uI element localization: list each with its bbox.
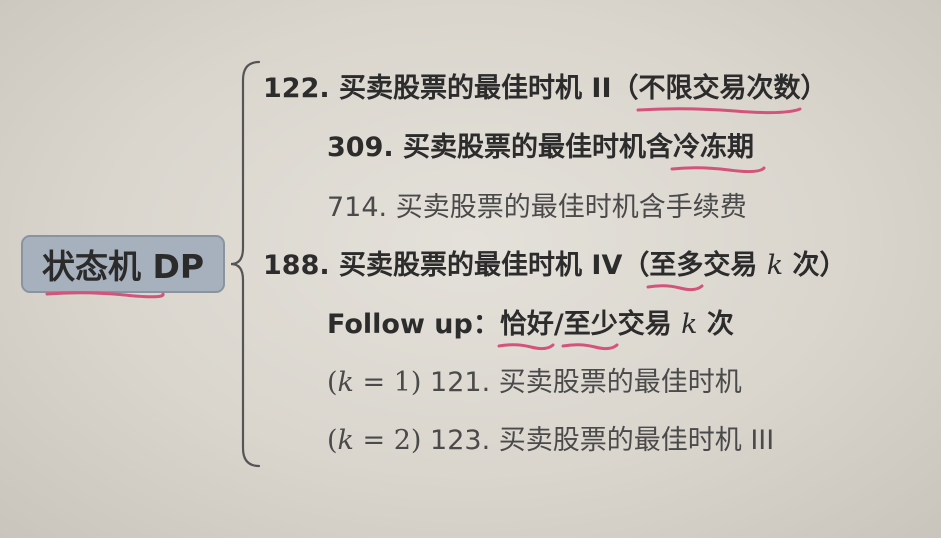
paren-open: ( (327, 425, 338, 456)
item-121-text: 121. 买卖股票的最佳时机 (421, 367, 742, 398)
item-121: (k = 1) 121. 买卖股票的最佳时机 (327, 366, 742, 400)
root-label: 状态机 DP (41, 247, 205, 286)
paren-close: ) (410, 425, 422, 456)
k-variable: k (337, 425, 354, 456)
underline-mark (670, 166, 766, 174)
item-309: 309. 买卖股票的最佳时机含冷冻期 (327, 131, 766, 174)
item-122-highlight-text: 不限交易次数 (638, 73, 801, 104)
follow-up-middle: 交易 (617, 309, 682, 340)
paren-close: ) (410, 367, 422, 398)
underline-mark (636, 107, 802, 115)
follow-up-highlight-1: 恰好 (497, 308, 555, 351)
brace-connector (230, 60, 261, 468)
follow-up-prefix: Follow up： (327, 309, 500, 340)
underline-mark (646, 284, 704, 292)
item-122-prefix: 122. 买卖股票的最佳时机 II（ (263, 73, 639, 104)
item-188-middle: 交易 (703, 250, 767, 281)
item-123-condition: (k = 2) (327, 425, 421, 456)
item-714: 714. 买卖股票的最佳时机含手续费 (327, 191, 747, 225)
paren-open: ( (327, 367, 338, 398)
underline-mark (561, 343, 619, 351)
equals-sign: = (353, 425, 394, 456)
item-188-k: k (766, 250, 784, 281)
follow-up-highlight-2-text: 至少 (563, 309, 618, 340)
item-121-condition: (k = 1) (327, 367, 421, 398)
item-309-highlight-text: 冷冻期 (673, 132, 755, 163)
item-follow-up: Follow up：恰好/至少 交易 k 次 (327, 308, 734, 351)
item-188-highlight: 至多 (646, 249, 704, 292)
item-122-highlight: 不限交易次数 (636, 72, 802, 115)
k-value: 2 (393, 425, 411, 456)
follow-up-k: k (681, 309, 698, 340)
item-188-prefix: 188. 买卖股票的最佳时机 IV（ (263, 250, 650, 281)
underline-mark (497, 343, 555, 351)
follow-up-highlight-2: 至少 (561, 308, 619, 351)
root-underline (45, 291, 165, 299)
item-188-highlight-text: 至多 (649, 250, 704, 281)
follow-up-suffix: 次 (697, 309, 734, 340)
item-188: 188. 买卖股票的最佳时机 IV（至多 交易 k 次） (263, 249, 847, 292)
item-188-suffix: 次） (783, 250, 847, 281)
item-122-suffix: ） (800, 73, 828, 104)
item-123-text: 123. 买卖股票的最佳时机 III (421, 425, 775, 456)
k-value: 1 (393, 367, 411, 398)
k-variable: k (337, 367, 354, 398)
item-123: (k = 2) 123. 买卖股票的最佳时机 III (327, 424, 774, 458)
equals-sign: = (353, 367, 394, 398)
follow-up-highlight-1-text: 恰好 (499, 309, 554, 340)
item-714-text: 714. 买卖股票的最佳时机含手续费 (327, 192, 747, 223)
item-122: 122. 买卖股票的最佳时机 II（不限交易次数） (263, 72, 828, 115)
follow-up-slash: / (553, 309, 564, 340)
root-node: 状态机 DP (21, 235, 225, 299)
item-309-highlight: 冷冻期 (670, 131, 766, 174)
item-309-prefix: 309. 买卖股票的最佳时机含 (327, 132, 674, 163)
